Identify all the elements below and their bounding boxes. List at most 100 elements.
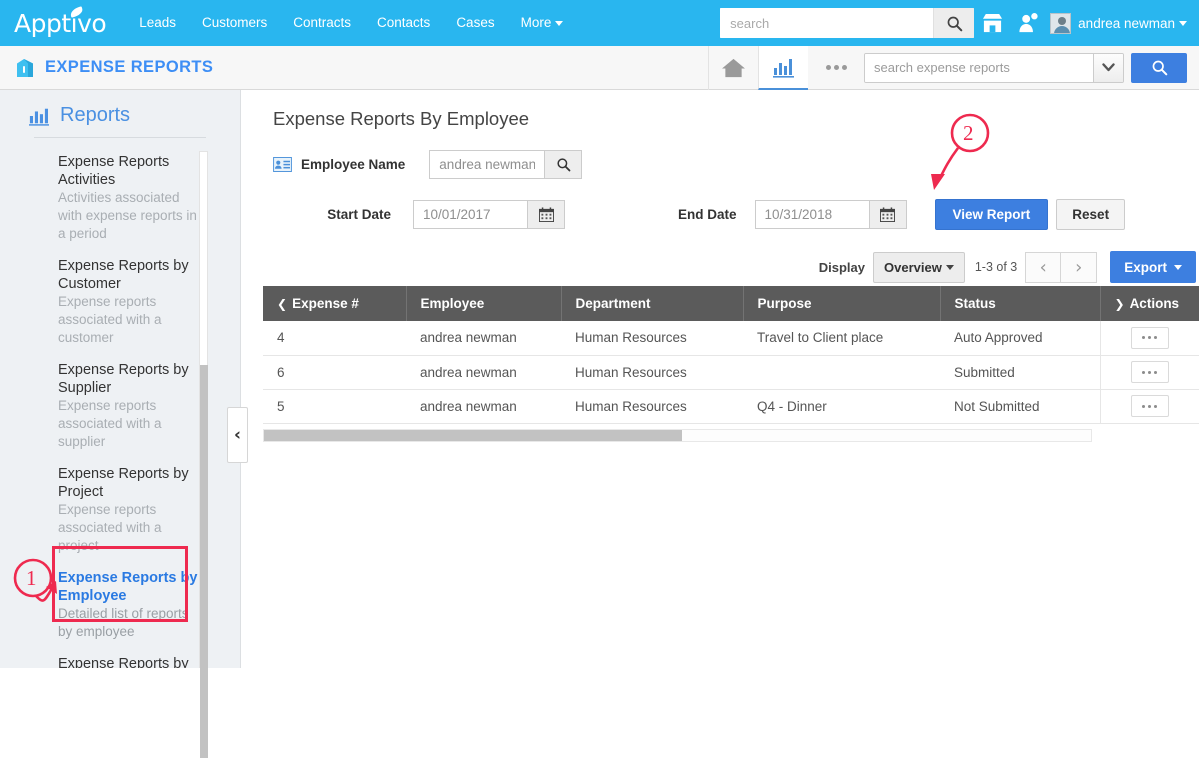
module-search-input[interactable]	[865, 53, 1093, 82]
report-table-wrapper: ❮ Expense # Employee Department Purpose S…	[263, 286, 1199, 442]
row-actions-button[interactable]	[1130, 395, 1169, 417]
app-toolbar: EXPENSE REPORTS	[0, 45, 1199, 90]
end-date-input[interactable]	[754, 200, 870, 229]
reports-tab[interactable]	[758, 45, 808, 90]
table-row[interactable]: 4 andrea newman Human Resources Travel t…	[263, 321, 1199, 356]
pagination-prev-button[interactable]: ‹	[1025, 251, 1062, 283]
ellipsis-dot-2	[1148, 370, 1152, 374]
module-search-submit-button[interactable]	[1131, 52, 1187, 83]
global-search-input[interactable]	[720, 8, 934, 38]
table-row[interactable]: 5 andrea newman Human Resources Q4 - Din…	[263, 389, 1199, 424]
column-header-purpose[interactable]: Purpose	[743, 286, 941, 321]
ellipsis-dot-1	[1142, 336, 1146, 340]
export-label: Export	[1124, 259, 1167, 275]
cell-status: Submitted	[940, 355, 1100, 390]
table-header: ❮ Expense # Employee Department Purpose S…	[263, 286, 1199, 321]
column-header-employee[interactable]: Employee	[406, 286, 562, 321]
module-search-box	[864, 52, 1124, 83]
reports-chart-icon	[772, 58, 794, 78]
cell-status: Not Submitted	[940, 389, 1100, 424]
column-header-expense-number[interactable]: ❮ Expense #	[263, 286, 407, 321]
reports-chart-icon	[29, 108, 49, 126]
cell-department: Human Resources	[561, 389, 743, 424]
display-mode-select[interactable]: Overview	[873, 251, 965, 283]
nav-link-cases[interactable]: Cases	[443, 0, 507, 46]
nav-link-contracts[interactable]: Contracts	[280, 0, 364, 46]
more-options-button[interactable]	[808, 46, 864, 90]
cell-expense-number: 6	[263, 355, 406, 390]
nav-link-customers[interactable]: Customers	[189, 0, 280, 46]
ellipsis-dot-3	[1154, 370, 1158, 374]
page-title-app: EXPENSE REPORTS	[45, 58, 214, 76]
end-date-calendar-button[interactable]	[869, 200, 907, 229]
employee-name-search-button[interactable]	[545, 150, 583, 179]
reset-button[interactable]: Reset	[1056, 199, 1126, 230]
row-actions-button[interactable]	[1130, 326, 1169, 349]
apptivo-logo[interactable]: Apptivo	[14, 5, 107, 36]
column-header-department[interactable]: Department	[561, 286, 744, 321]
sidebar-item-desc: Detailed list of reports by employee	[58, 606, 189, 639]
calendar-icon	[880, 207, 896, 222]
sidebar-header: Reports	[0, 90, 240, 135]
employee-name-label: Employee Name	[301, 157, 406, 172]
user-menu-chevron-down-icon[interactable]	[1179, 20, 1187, 26]
module-search-dropdown-button[interactable]	[1093, 53, 1123, 82]
nav-link-more[interactable]: More	[508, 0, 577, 46]
ellipsis-dot-2	[1148, 336, 1152, 340]
cell-actions	[1099, 389, 1199, 424]
ellipsis-dot-1	[1142, 404, 1146, 408]
sidebar-scrollbar-thumb[interactable]	[200, 365, 208, 758]
cell-department: Human Resources	[561, 355, 743, 390]
contact-card-icon	[273, 157, 292, 172]
start-date-calendar-button[interactable]	[528, 200, 565, 229]
export-button[interactable]: Export	[1110, 251, 1196, 283]
table-row[interactable]: 6 andrea newman Human Resources Submitte…	[263, 355, 1199, 390]
app-toolbar-right-group	[708, 45, 1199, 90]
global-search-button[interactable]	[933, 8, 975, 38]
employee-name-input[interactable]	[429, 150, 546, 179]
view-report-button[interactable]: View Report	[934, 199, 1049, 230]
cell-employee: andrea newman	[406, 355, 561, 390]
pagination-next-button[interactable]: ›	[1061, 251, 1098, 283]
notifications-button[interactable]	[1010, 3, 1046, 43]
table-horizontal-scrollbar-track[interactable]	[263, 428, 1092, 442]
end-date-label: End Date	[678, 207, 737, 222]
cell-purpose	[743, 355, 940, 390]
cell-actions	[1099, 321, 1199, 356]
nav-link-contacts[interactable]: Contacts	[364, 0, 443, 46]
sidebar-collapse-handle[interactable]: ‹	[227, 407, 248, 463]
avatar[interactable]	[1050, 12, 1072, 34]
pagination-count: 1-3 of 3	[974, 260, 1018, 274]
top-nav-right-group: andrea newman	[720, 3, 1187, 43]
row-actions-button[interactable]	[1130, 361, 1169, 383]
chevron-down-icon	[1174, 264, 1182, 270]
username-label[interactable]: andrea newman	[1078, 16, 1175, 31]
main-content: Expense Reports By Employee Employee Nam…	[242, 90, 1199, 668]
sidebar: Reports Expense Reports Activities Activ…	[0, 90, 241, 758]
app-store-button[interactable]	[974, 3, 1010, 43]
global-search-group	[720, 8, 975, 38]
chevron-left-icon: ❮	[277, 297, 288, 311]
module-search-group	[864, 46, 1199, 90]
ellipsis-dot-3	[1154, 404, 1158, 408]
expense-reports-app-icon	[14, 57, 36, 79]
home-tab[interactable]	[708, 45, 758, 90]
table-horizontal-scrollbar-thumb[interactable]	[264, 429, 682, 441]
table-header-row: ❮ Expense # Employee Department Purpose S…	[263, 286, 1199, 321]
sidebar-divider	[34, 137, 206, 138]
column-header-status[interactable]: Status	[940, 286, 1101, 321]
user-notification-icon	[1019, 13, 1038, 33]
search-icon	[947, 16, 962, 31]
nav-link-leads[interactable]: Leads	[126, 0, 189, 46]
end-date-field-group	[754, 200, 907, 229]
sidebar-item-title: Expense Reports by Supplier	[58, 362, 189, 396]
sidebar-item-title: Expense Reports Activities	[58, 154, 170, 188]
column-header-actions[interactable]: ❯ Actions	[1100, 286, 1199, 321]
start-date-label: Start Date	[327, 207, 391, 222]
cell-expense-number: 4	[263, 321, 406, 356]
ellipsis-dot-3	[1154, 336, 1158, 340]
start-date-input[interactable]	[413, 200, 528, 229]
sidebar-item-desc: Expense reports associated with a suppli…	[58, 398, 162, 449]
avatar-head	[1057, 16, 1066, 25]
display-mode-value: Overview	[884, 259, 942, 275]
